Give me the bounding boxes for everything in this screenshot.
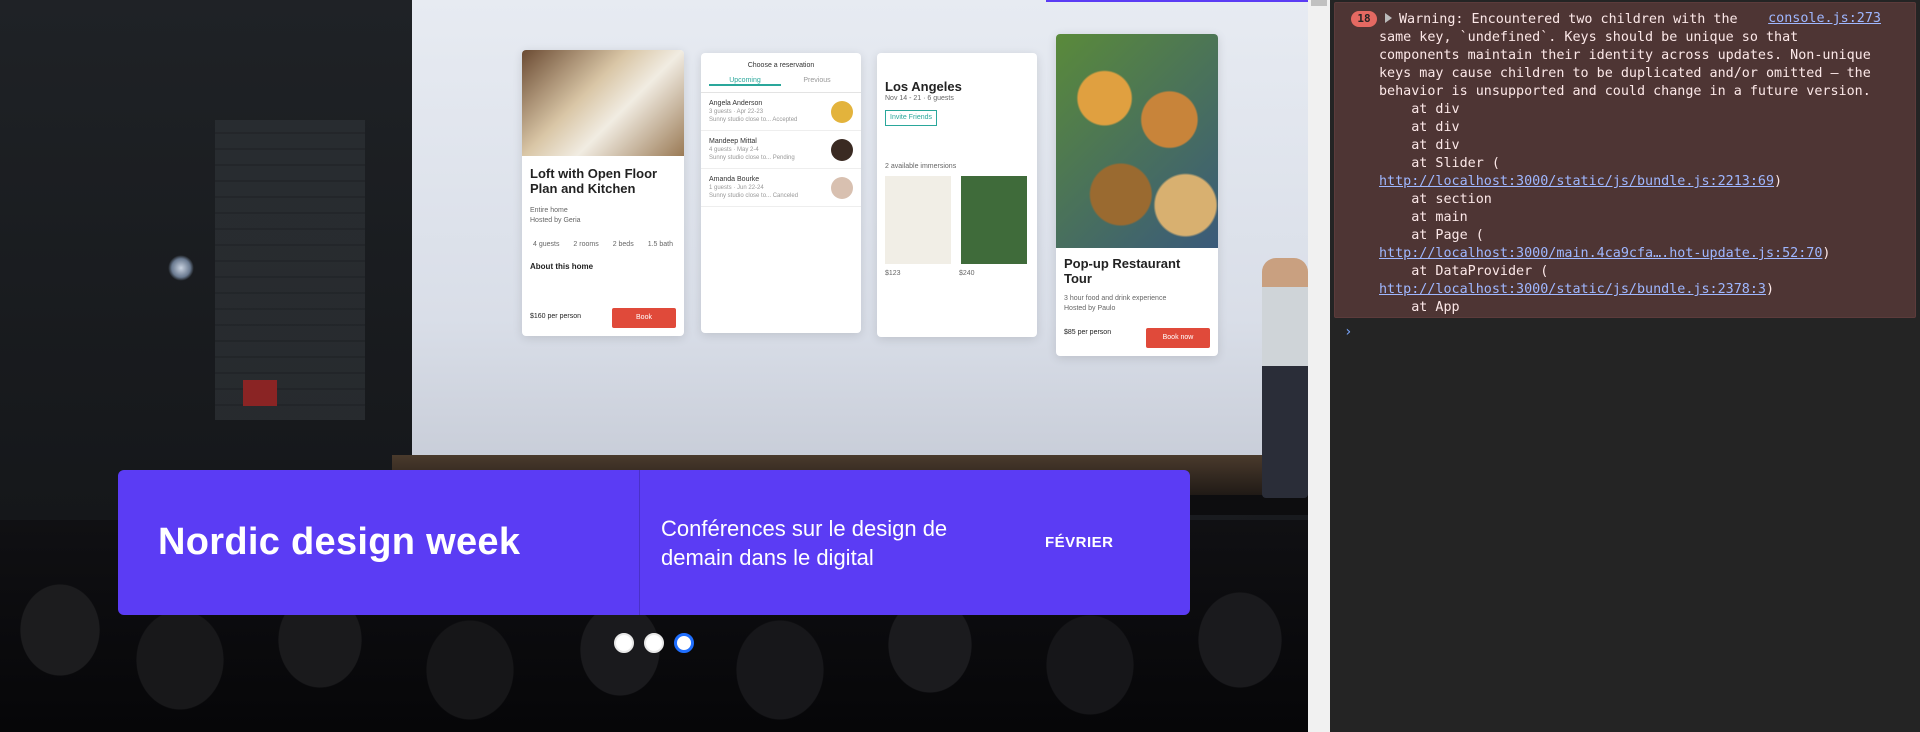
source-link[interactable]: console.js:273	[1768, 11, 1881, 26]
guest-name: Mandeep Mittal	[709, 138, 757, 145]
stack-link[interactable]: http://localhost:3000/static/js/bundle.j…	[1379, 174, 1774, 189]
reservation-row: Amanda Bourke 1 guests · Jun 22-24 Sunny…	[701, 169, 861, 207]
console-prompt-icon[interactable]: ›	[1344, 324, 1352, 340]
stack-link[interactable]: http://localhost:3000/static/js/bundle.j…	[1379, 282, 1766, 297]
slide-date: FÉVRIER	[1045, 534, 1114, 551]
page-scrollbar[interactable]	[1308, 0, 1330, 732]
link-close: )	[1765, 282, 1775, 297]
guest-detail: 1 guests · Jun 22-24	[709, 185, 764, 191]
brick-wall	[215, 120, 365, 420]
wall-light	[168, 255, 194, 281]
slider-viewport: Loft with Open Floor Plan and Kitchen En…	[0, 0, 1308, 732]
screen-card-popup-restaurant: Pop-up Restaurant Tour 3 hour food and d…	[1056, 34, 1218, 356]
card-header: Choose a reservation	[747, 62, 815, 69]
stack-line: at div	[1379, 102, 1460, 117]
raw-chef-cover	[961, 176, 1027, 264]
avatar	[831, 100, 853, 123]
guest-note: Sunny studio close to... Canceled	[709, 193, 799, 199]
card-title: Loft with Open Floor Plan and Kitchen	[530, 166, 658, 196]
error-line: components maintain their identity acros…	[1379, 48, 1871, 63]
error-line: same key, `undefined`. Keys should be un…	[1379, 30, 1799, 45]
slide-caption-right: Conférences sur le design de demain dans…	[640, 470, 1190, 615]
card-subtitle: Entire home	[530, 207, 568, 214]
guest-note: Sunny studio close to... Accepted	[709, 117, 798, 123]
amenity: 4 guests	[532, 241, 560, 248]
screen-card-loft: Loft with Open Floor Plan and Kitchen En…	[522, 50, 684, 336]
tab-previous: Previous	[803, 77, 831, 84]
slide-caption-left: Nordic design week	[118, 470, 640, 615]
invite-friends: Invite Friends	[885, 110, 938, 126]
stack-line: at DataProvider (	[1379, 264, 1549, 279]
stack-line: at div	[1379, 120, 1460, 135]
price: $85 per person	[1064, 329, 1112, 336]
card-host: Hosted by Paulo	[1064, 305, 1116, 312]
stack-line: at section	[1379, 192, 1492, 207]
error-line: keys may cause children to be duplicated…	[1379, 66, 1871, 81]
guest-name: Angela Anderson	[709, 100, 763, 107]
book-now-button: Book now	[1146, 328, 1210, 348]
scrollbar-thumb[interactable]	[1311, 0, 1327, 6]
book-button: Book	[612, 308, 676, 328]
stack-link[interactable]: http://localhost:3000/main.4ca9cfa….hot-…	[1379, 246, 1822, 261]
card-host: Hosted by Geria	[530, 217, 581, 224]
immersions-count: 2 available immersions	[885, 163, 957, 170]
item-price: $240	[959, 270, 975, 277]
slider-dot-1[interactable]	[614, 633, 634, 653]
price: $160 per person	[530, 313, 581, 320]
amenities: 4 guests 2 rooms 2 beds 1.5 bath	[522, 240, 684, 250]
tab-upcoming: Upcoming	[709, 77, 781, 86]
error-text: Warning: Encountered two children with t…	[1379, 11, 1879, 317]
amenity: 2 beds	[612, 241, 634, 248]
stack-line: at div	[1379, 138, 1460, 153]
error-line: behavior is unsupported and could change…	[1379, 84, 1871, 99]
stack-line: at App	[1379, 300, 1460, 315]
avatar	[831, 176, 853, 199]
amenity: 2 rooms	[573, 241, 599, 248]
red-box	[243, 380, 277, 406]
error-count-badge: 18	[1351, 11, 1377, 27]
slider-dot-2[interactable]	[644, 633, 664, 653]
screen-card-reservations: Choose a reservation Upcoming Previous A…	[701, 53, 861, 333]
card-title: Pop-up Restaurant Tour	[1064, 256, 1181, 286]
loft-photo	[522, 50, 684, 156]
food-photo	[1056, 34, 1218, 248]
guest-detail: 4 guests · May 2-4	[709, 147, 759, 153]
slider-pagination	[614, 633, 694, 653]
presenter	[1262, 258, 1308, 498]
top-accent-line	[1046, 0, 1308, 2]
reservation-tabs: Upcoming Previous	[701, 71, 861, 93]
guest-detail: 3 guests · Apr 22-23	[709, 109, 764, 115]
devtools-console: 18 Warning: Encountered two children wit…	[1330, 0, 1920, 732]
console-error-message[interactable]: 18 Warning: Encountered two children wit…	[1334, 2, 1916, 318]
avatar	[831, 138, 853, 161]
screen-card-los-angeles: Los Angeles Nov 14 - 21 · 6 guests Invit…	[877, 53, 1037, 337]
reservation-row: Mandeep Mittal 4 guests · May 2-4 Sunny …	[701, 131, 861, 169]
guest-note: Sunny studio close to... Pending	[709, 155, 795, 161]
zen-explorers-cover	[885, 176, 951, 264]
slide-description: Conférences sur le design de demain dans…	[661, 515, 948, 570]
slider-dot-3[interactable]	[674, 633, 694, 653]
slide-caption[interactable]: Nordic design week Conférences sur le de…	[118, 470, 1190, 615]
stack-line: at Page (	[1379, 228, 1484, 243]
amenity: 1.5 bath	[647, 241, 673, 248]
stack-line: at Slider (	[1379, 156, 1500, 171]
card-dates: Nov 14 - 21 · 6 guests	[885, 95, 954, 102]
guest-name: Amanda Bourke	[709, 176, 760, 183]
card-subtitle: 3 hour food and drink experience	[1064, 295, 1167, 302]
slide-title: Nordic design week	[158, 521, 521, 563]
reservation-row: Angela Anderson 3 guests · Apr 22-23 Sun…	[701, 93, 861, 131]
stack-line: at main	[1379, 210, 1468, 225]
item-price: $123	[885, 270, 901, 277]
link-close: )	[1774, 174, 1783, 189]
about-heading: About this home	[530, 262, 594, 271]
error-line: Warning: Encountered two children with t…	[1399, 12, 1738, 27]
card-title: Los Angeles	[885, 79, 962, 94]
link-close: )	[1822, 246, 1831, 261]
